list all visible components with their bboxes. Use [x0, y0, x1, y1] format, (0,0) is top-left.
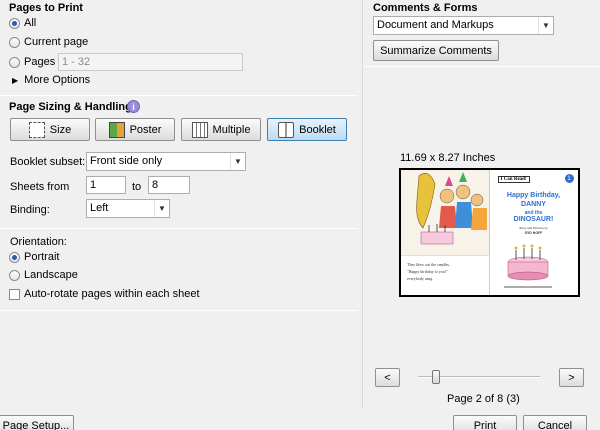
size-button-label: Size — [49, 123, 72, 136]
slider-thumb[interactable] — [432, 370, 440, 384]
page-sizing-section: Page Sizing & Handling i Size Poster Mul… — [0, 97, 358, 227]
divider-2 — [0, 228, 358, 229]
radio-current-page-indicator[interactable] — [9, 36, 20, 48]
summarize-comments-label: Summarize Comments — [380, 44, 492, 57]
radio-pages-indicator[interactable] — [9, 56, 20, 68]
comments-forms-section: Comments & Forms Document and Markups ▼ … — [364, 0, 600, 66]
radio-portrait-label: Portrait — [24, 251, 60, 263]
book-title-line-2: DANNY — [521, 201, 546, 208]
summarize-comments-button[interactable]: Summarize Comments — [373, 40, 499, 61]
orientation-section: Orientation: Portrait Landscape Auto-rot… — [0, 230, 358, 310]
preview-right-page: I Can Read! 1 Happy Birthday, DANNY and … — [489, 170, 578, 295]
left-page-text-3: everybody sang. — [407, 276, 434, 281]
page-sizing-title: Page Sizing & Handling — [9, 101, 132, 113]
expand-triangle-icon[interactable]: ▶ — [12, 76, 18, 85]
radio-all[interactable]: All — [9, 17, 36, 29]
autorotate-checkbox-box[interactable] — [9, 288, 20, 300]
i-can-read-badge: I Can Read! — [497, 176, 530, 183]
binding-value: Left — [90, 202, 109, 214]
radio-pages-label: Pages — [24, 56, 56, 68]
level-badge-icon: 1 — [564, 174, 574, 183]
sheets-to-label: to — [132, 181, 142, 193]
poster-icon — [108, 121, 125, 138]
cake-illustration — [503, 244, 552, 288]
binding-select[interactable]: Left ▼ — [86, 199, 170, 218]
cancel-label: Cancel — [537, 419, 573, 430]
page-setup-label: Page Setup... — [2, 419, 70, 430]
book-author-line-1: Story and Pictures by — [519, 226, 548, 230]
multiple-icon — [191, 121, 208, 138]
preview-dimensions: 11.69 x 8.27 Inches — [400, 152, 496, 164]
radio-portrait-indicator[interactable] — [9, 251, 20, 263]
column-divider — [362, 0, 363, 408]
left-page-text-1: They blew out the candles. — [407, 262, 450, 267]
multiple-button-label: Multiple — [212, 123, 251, 136]
preview-left-page: They blew out the candles. "Happy birthd… — [401, 170, 490, 295]
chevron-left-icon: < — [384, 371, 391, 384]
prev-page-button[interactable]: < — [375, 368, 400, 387]
pages-to-print-section: Pages to Print All Current page Pages 1 … — [0, 0, 358, 96]
divider-3 — [0, 310, 358, 311]
orientation-title: Orientation: — [10, 236, 67, 248]
radio-all-label: All — [24, 17, 37, 29]
more-options-toggle[interactable]: ▶ More Options — [12, 74, 90, 86]
radio-portrait[interactable]: Portrait — [9, 251, 59, 263]
chevron-down-icon[interactable]: ▼ — [230, 153, 245, 170]
page-indicator: Page 2 of 8 (3) — [447, 393, 520, 405]
radio-landscape-label: Landscape — [24, 269, 78, 281]
poster-button[interactable]: Poster — [95, 118, 175, 141]
autorotate-checkbox[interactable]: Auto-rotate pages within each sheet — [9, 288, 200, 300]
page-setup-button[interactable]: Page Setup... — [0, 415, 74, 430]
booklet-subset-value: Front side only — [90, 155, 163, 167]
divider-1 — [0, 95, 358, 96]
radio-all-indicator[interactable] — [9, 17, 20, 29]
chevron-right-icon: > — [568, 371, 575, 384]
next-page-button[interactable]: > — [559, 368, 584, 387]
pages-to-print-title: Pages to Print — [9, 2, 83, 14]
print-label: Print — [473, 419, 497, 430]
booklet-icon — [278, 121, 295, 138]
booklet-button[interactable]: Booklet — [267, 118, 347, 141]
sheets-from-input[interactable]: 1 — [86, 176, 126, 194]
divider-right-1 — [364, 66, 600, 67]
cancel-button[interactable]: Cancel — [523, 415, 587, 430]
autorotate-label: Auto-rotate pages within each sheet — [24, 288, 200, 300]
radio-pages[interactable]: Pages — [9, 56, 55, 68]
booklet-button-label: Booklet — [299, 123, 336, 136]
sheets-from-label: Sheets from — [10, 181, 70, 193]
pages-range-input[interactable]: 1 - 32 — [58, 53, 243, 71]
sheets-to-input[interactable]: 8 — [148, 176, 190, 194]
print-button[interactable]: Print — [453, 415, 517, 430]
comments-select[interactable]: Document and Markups ▼ — [373, 16, 554, 35]
page-slider[interactable] — [418, 370, 540, 384]
comments-forms-title: Comments & Forms — [373, 2, 478, 14]
radio-current-page[interactable]: Current page — [9, 36, 88, 48]
radio-landscape-indicator[interactable] — [9, 269, 20, 281]
chevron-down-icon[interactable]: ▼ — [154, 200, 169, 217]
size-icon — [28, 121, 45, 138]
multiple-button[interactable]: Multiple — [181, 118, 261, 141]
book-title-line-4: DINOSAUR! — [513, 216, 554, 223]
info-icon[interactable]: i — [127, 100, 140, 113]
size-button[interactable]: Size — [10, 118, 90, 141]
book-title-line-1: Happy Birthday, — [506, 192, 561, 199]
booklet-subset-label: Booklet subset: — [10, 156, 86, 168]
binding-label: Binding: — [10, 204, 50, 216]
comments-select-value: Document and Markups — [377, 19, 494, 31]
poster-button-label: Poster — [129, 123, 162, 136]
chevron-down-icon[interactable]: ▼ — [538, 17, 553, 34]
left-page-text-2: "Happy birthday to you!" — [407, 269, 448, 274]
radio-current-page-label: Current page — [24, 36, 89, 48]
more-options-label: More Options — [24, 74, 91, 86]
radio-landscape[interactable]: Landscape — [9, 269, 78, 281]
booklet-subset-select[interactable]: Front side only ▼ — [86, 152, 246, 171]
preview-booklet: They blew out the candles. "Happy birthd… — [399, 168, 580, 297]
book-author-line-2: SYD HOFF — [524, 231, 543, 235]
